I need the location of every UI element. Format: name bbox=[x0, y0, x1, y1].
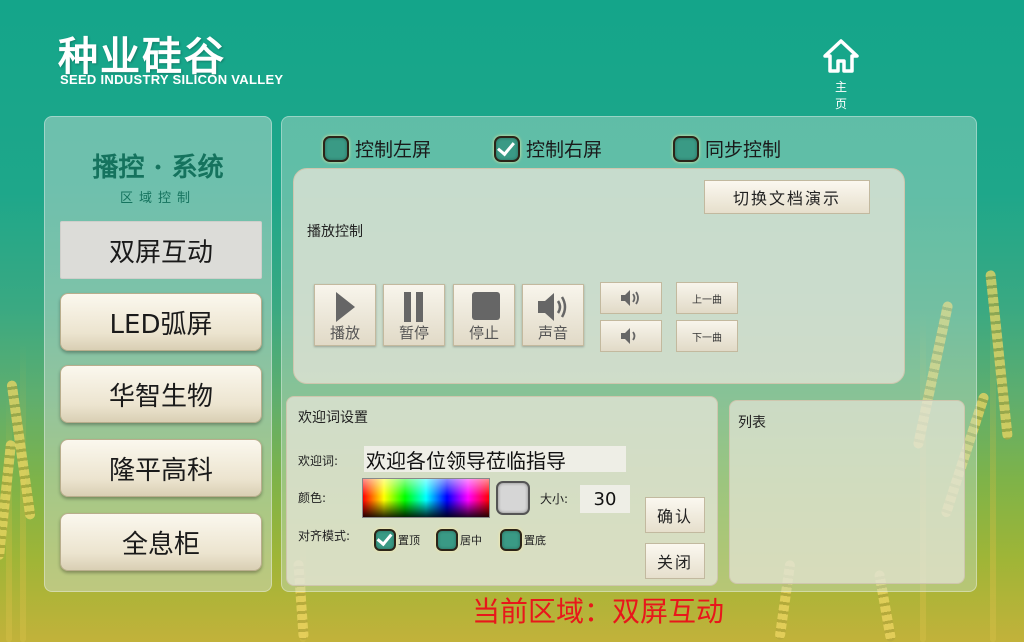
switch-document-button[interactable]: 切换文档演示 bbox=[704, 180, 870, 214]
checkbox-label: 控制左屏 bbox=[355, 139, 432, 161]
app-root: 种业硅谷 SEED INDUSTRY SILICON VALLEY 主 页 播控… bbox=[0, 0, 1024, 642]
sidebar-item-hologram[interactable]: 全息柜 bbox=[60, 513, 262, 571]
previous-track-button[interactable]: 上一曲 bbox=[676, 282, 738, 314]
align-option-top[interactable]: 置顶 bbox=[374, 529, 420, 551]
checkbox-control-right[interactable]: 控制右屏 bbox=[494, 135, 602, 162]
current-area-status: 当前区域：双屏互动 bbox=[472, 595, 725, 628]
volume-up-icon bbox=[621, 290, 639, 306]
align-option-label: 居中 bbox=[460, 534, 482, 547]
list-label: 列表 bbox=[738, 415, 766, 431]
align-mode-label: 对齐模式: bbox=[298, 529, 351, 543]
sidebar-subtitle: 区域控制 bbox=[119, 191, 196, 206]
size-label: 大小: bbox=[540, 492, 569, 506]
stop-label: 停止 bbox=[468, 324, 499, 342]
pause-label: 暂停 bbox=[398, 324, 429, 342]
play-icon bbox=[336, 292, 355, 322]
checkbox-box[interactable] bbox=[436, 529, 458, 551]
play-label: 播放 bbox=[329, 324, 360, 342]
sidebar-item-longping[interactable]: 隆平高科 bbox=[60, 439, 262, 497]
volume-up-button[interactable] bbox=[600, 282, 662, 314]
sidebar-title: 播控 · 系统 bbox=[92, 153, 224, 183]
align-option-label: 置顶 bbox=[398, 534, 420, 547]
playback-section-label: 播放控制 bbox=[307, 224, 363, 240]
next-track-button[interactable]: 下一曲 bbox=[676, 320, 738, 352]
sound-label: 声音 bbox=[537, 324, 568, 342]
home-icon bbox=[823, 39, 859, 73]
volume-down-icon bbox=[621, 328, 636, 344]
welcome-text-label: 欢迎词: bbox=[298, 454, 339, 468]
play-button[interactable]: 播放 bbox=[314, 284, 376, 346]
welcome-section-label: 欢迎词设置 bbox=[298, 410, 368, 426]
pause-icon bbox=[404, 292, 423, 322]
checkbox-label: 同步控制 bbox=[705, 139, 782, 161]
volume-down-button[interactable] bbox=[600, 320, 662, 352]
checkbox-label: 控制右屏 bbox=[526, 139, 603, 161]
welcome-text-input[interactable] bbox=[364, 446, 626, 472]
selected-color-swatch[interactable] bbox=[496, 481, 530, 515]
checkbox-box[interactable] bbox=[323, 135, 349, 162]
align-option-label: 置底 bbox=[524, 534, 546, 547]
color-palette[interactable] bbox=[362, 478, 490, 518]
align-option-center[interactable]: 居中 bbox=[436, 529, 482, 551]
align-option-bottom[interactable]: 置底 bbox=[500, 529, 546, 551]
size-input[interactable] bbox=[580, 485, 630, 513]
checkbox-box[interactable] bbox=[500, 529, 522, 551]
stop-button[interactable]: 停止 bbox=[453, 284, 515, 346]
sidebar-item-dual-screen[interactable]: 双屏互动 bbox=[60, 221, 262, 279]
pause-button[interactable]: 暂停 bbox=[383, 284, 445, 346]
home-label: 主 页 bbox=[834, 80, 853, 111]
sidebar: 播控 · 系统 区域控制 双屏互动 LED弧屏 华智生物 隆平高科 全息柜 bbox=[44, 116, 272, 592]
checkbox-box-checked[interactable] bbox=[494, 135, 520, 162]
close-button[interactable]: 关闭 bbox=[645, 543, 705, 579]
sound-button[interactable]: 声音 bbox=[522, 284, 584, 346]
checkbox-box[interactable] bbox=[673, 135, 699, 162]
sidebar-item-huazhi-bio[interactable]: 华智生物 bbox=[60, 365, 262, 423]
color-label: 颜色: bbox=[298, 491, 327, 505]
checkbox-control-left[interactable]: 控制左屏 bbox=[323, 135, 431, 162]
sidebar-item-led-arc-screen[interactable]: LED弧屏 bbox=[60, 293, 262, 351]
checkbox-box-checked[interactable] bbox=[374, 529, 396, 551]
speaker-icon bbox=[538, 293, 567, 321]
home-button[interactable]: 主 页 bbox=[818, 38, 864, 112]
checkbox-sync-control[interactable]: 同步控制 bbox=[673, 135, 781, 162]
stop-icon bbox=[472, 292, 500, 320]
confirm-button[interactable]: 确认 bbox=[645, 497, 705, 533]
brand-subtitle: SEED INDUSTRY SILICON VALLEY bbox=[60, 72, 284, 87]
